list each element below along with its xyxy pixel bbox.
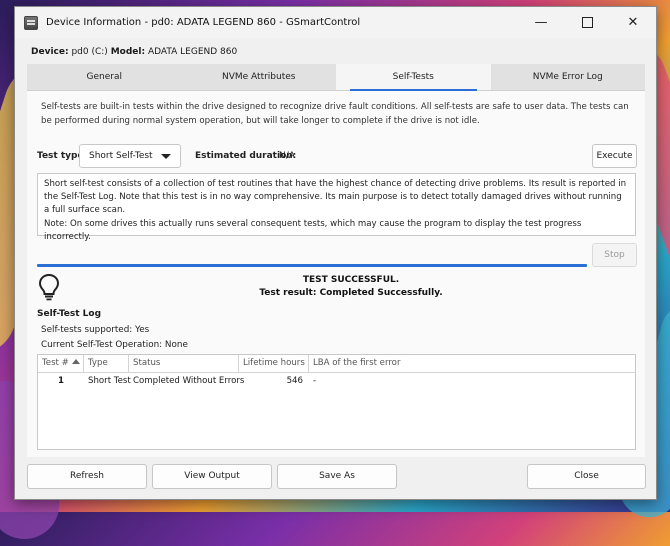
close-window-button[interactable]: ✕ [610,7,656,38]
result-title: TEST SUCCESSFUL. [302,275,400,285]
result-detail: Test result: Completed Successfully. [259,288,443,298]
maximize-button[interactable] [564,7,610,38]
tab-nvme-attributes[interactable]: NVMe Attributes [182,64,337,90]
model-value: ADATA LEGEND 860 [147,47,238,57]
column-header-test-num[interactable]: Test # [38,355,84,372]
maximize-icon [581,17,593,28]
table-header: Test # Type Status Lifetime hours LBA of… [38,355,635,373]
column-header-lba[interactable]: LBA of the first error [309,355,635,372]
column-header-status[interactable]: Status [129,355,239,372]
test-description: Short self-test consists of a collection… [37,173,636,242]
self-tests-panel: Self-tests are built-in tests within the… [27,91,645,457]
cell-type: Short Test [88,376,131,386]
refresh-button[interactable]: Refresh [27,464,147,489]
device-label: Device: [31,47,69,57]
cell-lifetime-hours: 546 [286,376,303,386]
model-label: Model: [110,47,146,57]
self-test-log-table[interactable]: Test # Type Status Lifetime hours LBA of… [37,354,636,450]
table-row[interactable]: 1 Short Test Completed Without Errors 54… [38,373,635,390]
bottom-button-bar: Refresh View Output Save As Close [15,457,656,499]
test-description-text: Short self-test consists of a collection… [44,179,627,242]
tab-self-tests[interactable]: Self-Tests [336,64,491,91]
close-button[interactable]: Close [527,464,646,489]
duration-value: N/A [279,151,295,161]
chevron-down-icon [161,154,171,159]
save-as-button[interactable]: Save As [277,464,397,489]
tab-bar: General NVMe Attributes Self-Tests NVMe … [27,64,645,91]
device-value: pd0 (C:) [71,47,108,57]
device-summary: Device: pd0 (C:) Model: ADATA LEGEND 860 [31,47,237,57]
sort-ascending-icon [71,359,80,364]
app-icon [24,15,38,30]
minimize-button[interactable]: — [518,7,564,38]
test-progress-bar [37,264,587,267]
tab-general[interactable]: General [27,64,182,90]
intro-text: Self-tests are built-in tests within the… [41,102,629,126]
execute-button[interactable]: Execute [592,144,637,168]
column-header-lifetime-hours[interactable]: Lifetime hours [239,355,309,372]
title-bar[interactable]: Device Information - pd0: ADATA LEGEND 8… [15,7,656,38]
current-operation: Current Self-Test Operation: None [41,340,188,350]
cell-test-num: 1 [58,376,64,386]
self-tests-supported: Self-tests supported: Yes [41,325,150,335]
stop-button[interactable]: Stop [592,243,637,267]
self-test-log-title: Self-Test Log [37,309,102,319]
test-type-value: Short Self-Test [89,151,153,161]
column-label: Test # [42,358,69,368]
window-title: Device Information - pd0: ADATA LEGEND 8… [46,17,361,28]
test-type-dropdown[interactable]: Short Self-Test [79,144,181,168]
column-header-type[interactable]: Type [84,355,129,372]
device-info-window: Device Information - pd0: ADATA LEGEND 8… [14,6,657,500]
cell-status: Completed Without Errors [133,376,245,386]
cell-lba: - [313,376,317,386]
tab-nvme-error-log[interactable]: NVMe Error Log [491,64,646,90]
view-output-button[interactable]: View Output [152,464,272,489]
